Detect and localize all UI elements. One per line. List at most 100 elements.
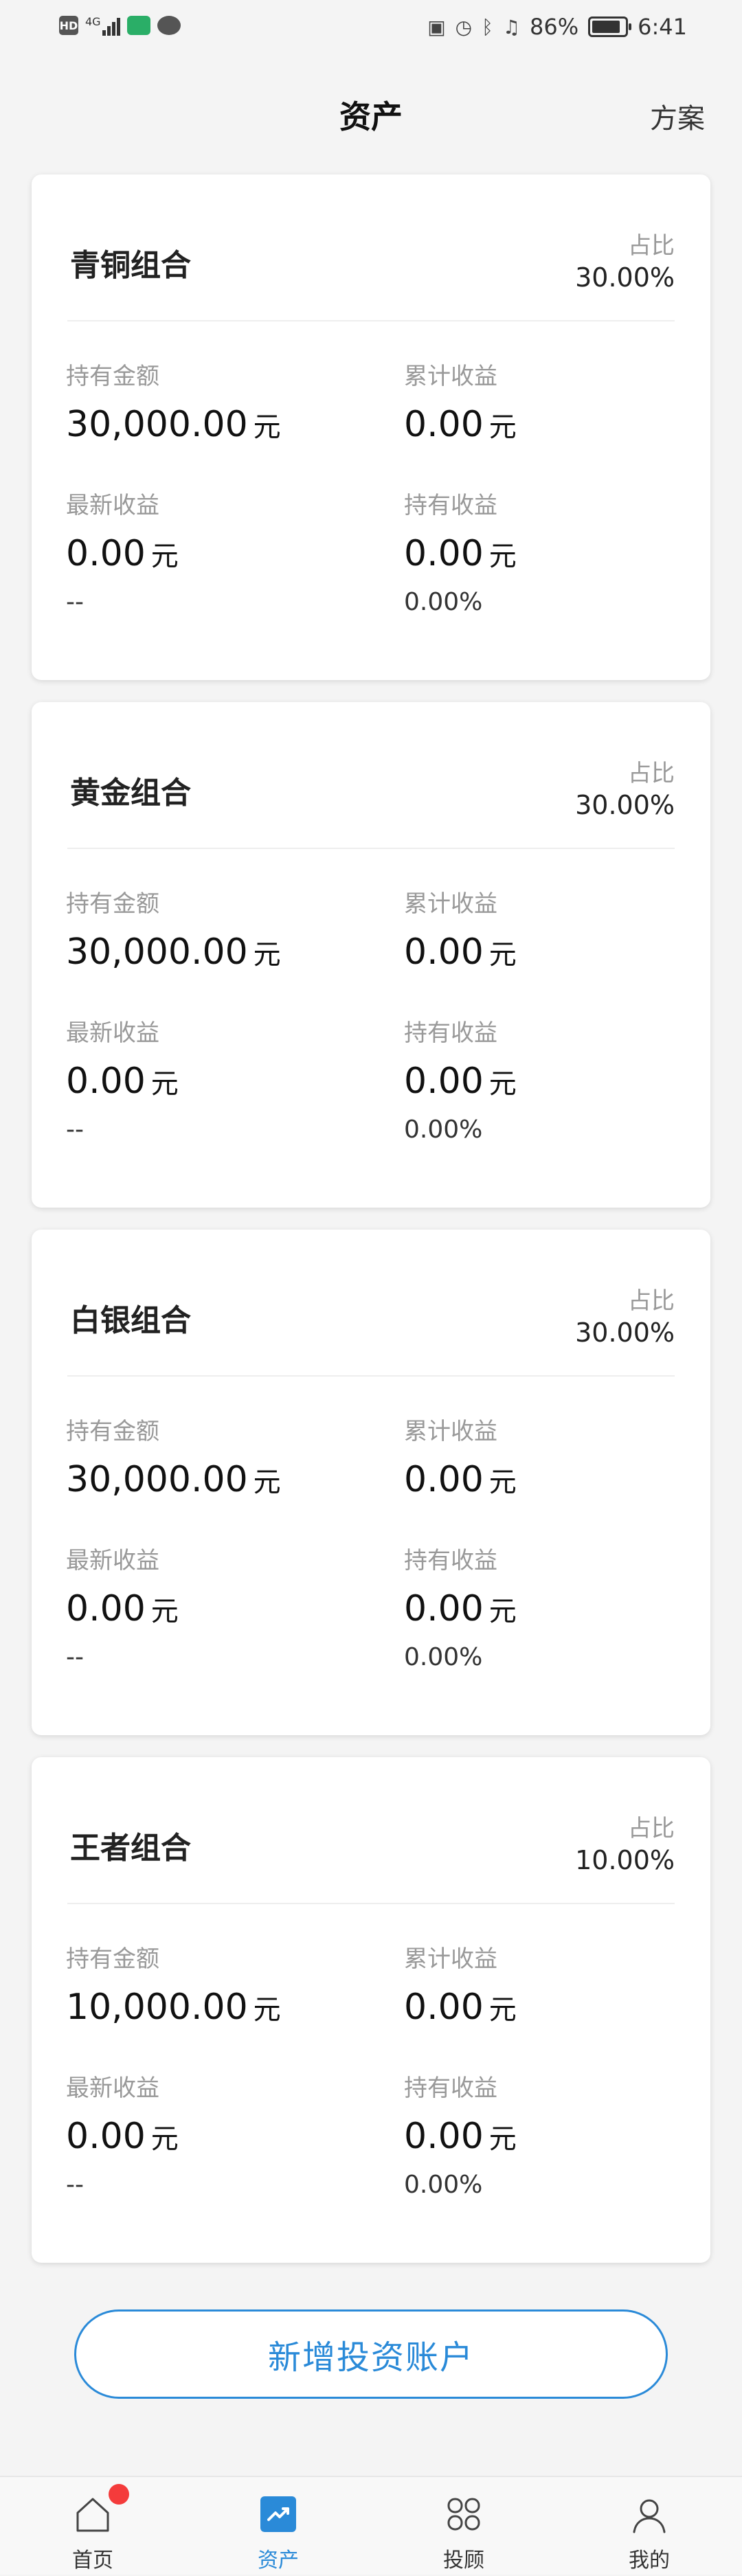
ratio-label: 占比 <box>628 1815 675 1842</box>
cumulative-income-value: 0.00 元 <box>404 1459 517 1500</box>
latest-income-label: 最新收益 <box>66 1019 159 1047</box>
home-icon <box>76 2498 109 2532</box>
status-bar-left: HD 4G <box>59 15 181 36</box>
portfolio-card[interactable]: 黄金组合 占比 30.00% 持有金额 累计收益 30,000.00 元 0.00… <box>32 702 710 1208</box>
latest-income-number: 0.00 <box>66 533 146 574</box>
portfolio-name: 青铜组合 <box>70 248 191 283</box>
unit-label: 元 <box>150 2123 179 2155</box>
wechat-notification-icon <box>126 16 150 35</box>
nfc-icon: ▣ <box>427 15 446 38</box>
holding-income-value: 0.00 元 <box>404 2116 517 2157</box>
cumulative-income-number: 0.00 <box>404 931 484 973</box>
bluetooth-icon: ᛒ <box>482 15 493 38</box>
alarm-icon: ◷ <box>455 15 473 38</box>
holding-amount-value: 10,000.00 元 <box>66 1987 281 2028</box>
network-type: 4G <box>85 15 101 28</box>
card-divider <box>67 1375 675 1377</box>
portfolio-card[interactable]: 王者组合 占比 10.00% 持有金额 累计收益 10,000.00 元 0.00… <box>32 1757 710 2263</box>
unit-label: 元 <box>488 1467 517 1498</box>
latest-income-label: 最新收益 <box>66 1547 159 1574</box>
unit-label: 元 <box>253 939 281 971</box>
holding-income-number: 0.00 <box>404 2116 484 2157</box>
holding-amount-number: 10,000.00 <box>66 1987 248 2028</box>
holding-income-number: 0.00 <box>404 533 484 574</box>
latest-income-value: 0.00 元 <box>66 533 179 574</box>
holding-income-label: 持有收益 <box>404 492 497 519</box>
latest-income-value: 0.00 元 <box>66 1061 179 1102</box>
unit-label: 元 <box>488 1994 517 2026</box>
holding-amount-number: 30,000.00 <box>66 404 248 445</box>
latest-change: -- <box>66 1643 84 1671</box>
ratio-label: 占比 <box>628 1287 675 1315</box>
latest-income-number: 0.00 <box>66 1061 146 1102</box>
tab-label: 首页 <box>72 2549 113 2573</box>
holding-income-number: 0.00 <box>404 1588 484 1629</box>
unit-label: 元 <box>488 2123 517 2155</box>
cumulative-income-label: 累计收益 <box>404 890 497 918</box>
tab-label: 我的 <box>629 2549 670 2573</box>
tab-label: 投顾 <box>443 2549 484 2573</box>
portfolio-card[interactable]: 白银组合 占比 30.00% 持有金额 累计收益 30,000.00 元 0.00… <box>32 1230 710 1735</box>
unit-label: 元 <box>150 1068 179 1100</box>
cumulative-income-value: 0.00 元 <box>404 1987 517 2028</box>
latest-income-value: 0.00 元 <box>66 2116 179 2157</box>
assets-chart-icon <box>260 2496 296 2532</box>
unit-label: 元 <box>253 1467 281 1498</box>
ratio-value: 30.00% <box>575 262 675 293</box>
unit-label: 元 <box>488 541 517 572</box>
holding-amount-label: 持有金额 <box>66 1418 159 1445</box>
latest-income-number: 0.00 <box>66 1588 146 1629</box>
holding-income-label: 持有收益 <box>404 2075 497 2102</box>
chat-notification-icon <box>157 16 181 35</box>
holding-rate: 0.00% <box>404 2171 483 2199</box>
battery-percent: 86% <box>530 14 579 40</box>
ratio-label: 占比 <box>628 232 675 260</box>
clock: 6:41 <box>638 14 687 40</box>
holding-income-value: 0.00 元 <box>404 533 517 574</box>
tab-advisor[interactable]: 投顾 <box>371 2477 556 2576</box>
latest-income-number: 0.00 <box>66 2116 146 2157</box>
latest-income-label: 最新收益 <box>66 492 159 519</box>
plan-button[interactable]: 方案 <box>650 96 705 136</box>
latest-change: -- <box>66 588 84 616</box>
cumulative-income-label: 累计收益 <box>404 1418 497 1445</box>
bottom-tab-bar: 首页 资产 投顾 我的 <box>0 2476 742 2575</box>
profile-icon <box>633 2499 666 2533</box>
unit-label: 元 <box>488 939 517 971</box>
holding-income-label: 持有收益 <box>404 1547 497 1574</box>
cumulative-income-value: 0.00 元 <box>404 404 517 445</box>
unit-label: 元 <box>253 411 281 443</box>
card-divider <box>67 1903 675 1904</box>
unit-label: 元 <box>488 1596 517 1627</box>
unit-label: 元 <box>488 1068 517 1100</box>
portfolio-name: 王者组合 <box>70 1831 191 1866</box>
tab-profile[interactable]: 我的 <box>556 2477 742 2576</box>
holding-rate: 0.00% <box>404 1643 483 1671</box>
holding-income-number: 0.00 <box>404 1061 484 1102</box>
tab-assets[interactable]: 资产 <box>186 2477 371 2576</box>
portfolio-card[interactable]: 青铜组合 占比 30.00% 持有金额 累计收益 30,000.00 元 0.00… <box>32 174 710 680</box>
ratio-value: 30.00% <box>575 1318 675 1348</box>
latest-income-value: 0.00 元 <box>66 1588 179 1629</box>
signal-icon: 4G <box>85 15 120 36</box>
add-investment-account-button[interactable]: 新增投资账户 <box>74 2309 668 2399</box>
cumulative-income-label: 累计收益 <box>404 1945 497 1973</box>
page-title: 资产 <box>339 98 403 135</box>
holding-amount-value: 30,000.00 元 <box>66 931 281 973</box>
notification-badge <box>109 2484 129 2505</box>
latest-income-label: 最新收益 <box>66 2075 159 2102</box>
holding-rate: 0.00% <box>404 1116 483 1144</box>
cumulative-income-number: 0.00 <box>404 1459 484 1500</box>
portfolio-name: 黄金组合 <box>70 776 191 811</box>
battery-fill <box>592 21 620 33</box>
advisor-grid-icon <box>447 2498 480 2531</box>
latest-change: -- <box>66 2171 84 2199</box>
holding-amount-label: 持有金额 <box>66 363 159 390</box>
unit-label: 元 <box>253 1994 281 2026</box>
holding-amount-value: 30,000.00 元 <box>66 404 281 445</box>
cumulative-income-number: 0.00 <box>404 1987 484 2028</box>
tab-home[interactable]: 首页 <box>0 2477 186 2576</box>
unit-label: 元 <box>150 541 179 572</box>
cumulative-income-number: 0.00 <box>404 404 484 445</box>
holding-rate: 0.00% <box>404 588 483 616</box>
